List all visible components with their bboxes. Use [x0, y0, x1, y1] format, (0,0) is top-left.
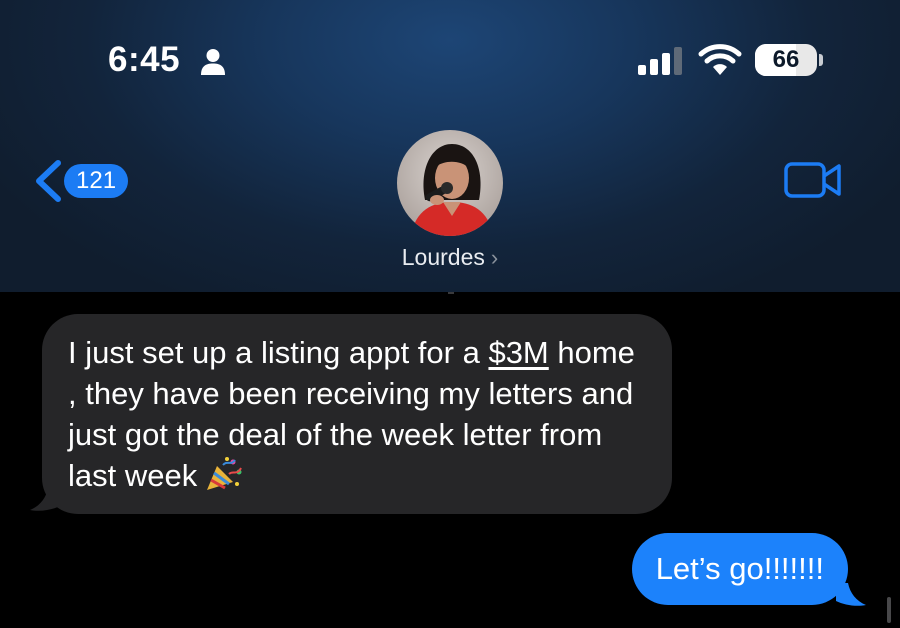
battery-icon: 66 — [755, 44, 817, 76]
video-call-icon[interactable] — [784, 160, 842, 200]
person-icon — [201, 49, 225, 75]
back-button[interactable]: 121 — [30, 156, 130, 206]
status-bar: 6:45 66 — [0, 0, 900, 120]
message-text: Let’s go!!!!!!! — [655, 551, 824, 586]
battery-tip — [819, 54, 823, 66]
incoming-bubble-tail — [30, 488, 60, 511]
scrollbar[interactable] — [887, 597, 891, 623]
incoming-message-bubble[interactable]: I just set up a listing appt for a $3M h… — [42, 314, 672, 514]
detected-amount-link[interactable]: $3M — [488, 335, 548, 370]
status-time: 6:45 — [108, 40, 181, 79]
chevron-right-icon: › — [490, 245, 499, 270]
unread-count-badge: 121 — [64, 164, 129, 198]
avatar-photo — [397, 130, 503, 236]
message-text: I just set up a listing appt for a — [68, 335, 489, 370]
battery-level: 66 — [772, 46, 800, 73]
messages-screen: 6:45 66 121 Lourdes › I just set up a li… — [0, 0, 900, 628]
divider — [448, 292, 454, 294]
back-chevron-icon — [36, 160, 61, 202]
outgoing-message-bubble[interactable]: Let’s go!!!!!!! — [631, 533, 848, 605]
party-popper-icon — [207, 457, 243, 490]
contact-name-button[interactable]: Lourdes › — [0, 244, 900, 271]
message-list[interactable]: I just set up a listing appt for a $3M h… — [0, 292, 900, 628]
wifi-icon — [698, 44, 742, 75]
nav-bar: 121 Lourdes › — [0, 120, 900, 292]
contact-name: Lourdes — [401, 244, 485, 270]
conversation-header: 6:45 66 121 Lourdes › — [0, 0, 900, 292]
cellular-signal-icon — [638, 47, 682, 75]
contact-avatar[interactable] — [397, 130, 503, 236]
outgoing-bubble-tail — [836, 583, 866, 606]
